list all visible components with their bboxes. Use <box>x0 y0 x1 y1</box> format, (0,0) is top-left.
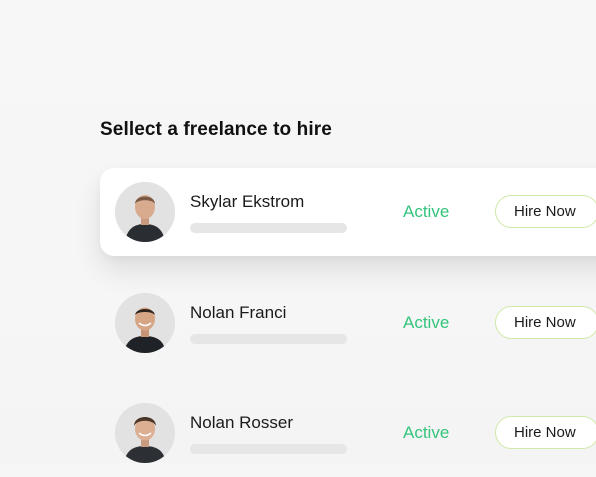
avatar <box>115 182 175 242</box>
hire-now-button[interactable]: Hire Now <box>495 416 596 449</box>
status-badge: Active <box>403 313 450 332</box>
page-title: Sellect a freelance to hire <box>100 119 332 140</box>
freelancer-name: Skylar Ekstrom <box>190 192 305 211</box>
skeleton-bar <box>190 223 347 233</box>
status-badge: Active <box>403 423 450 442</box>
freelancer-row-nolan-rosser[interactable]: Nolan Rosser Active Hire Now <box>100 389 596 477</box>
status-badge: Active <box>403 202 450 221</box>
person-avatar-icon <box>115 403 175 463</box>
skeleton-bar <box>190 444 347 454</box>
person-avatar-icon <box>115 293 175 353</box>
hire-now-button[interactable]: Hire Now <box>495 306 596 339</box>
person-avatar-icon <box>115 182 175 242</box>
hire-now-button[interactable]: Hire Now <box>495 195 596 228</box>
freelancer-row-skylar-ekstrom[interactable]: Skylar Ekstrom Active Hire Now <box>100 168 596 256</box>
skeleton-bar <box>190 334 347 344</box>
freelancer-name: Nolan Rosser <box>190 413 293 432</box>
freelancer-name: Nolan Franci <box>190 303 287 322</box>
avatar <box>115 293 175 353</box>
page-background: Sellect a freelance to hire Skylar Ekstr… <box>0 0 596 463</box>
freelancer-row-nolan-franci[interactable]: Nolan Franci Active Hire Now <box>100 279 596 367</box>
avatar <box>115 403 175 463</box>
